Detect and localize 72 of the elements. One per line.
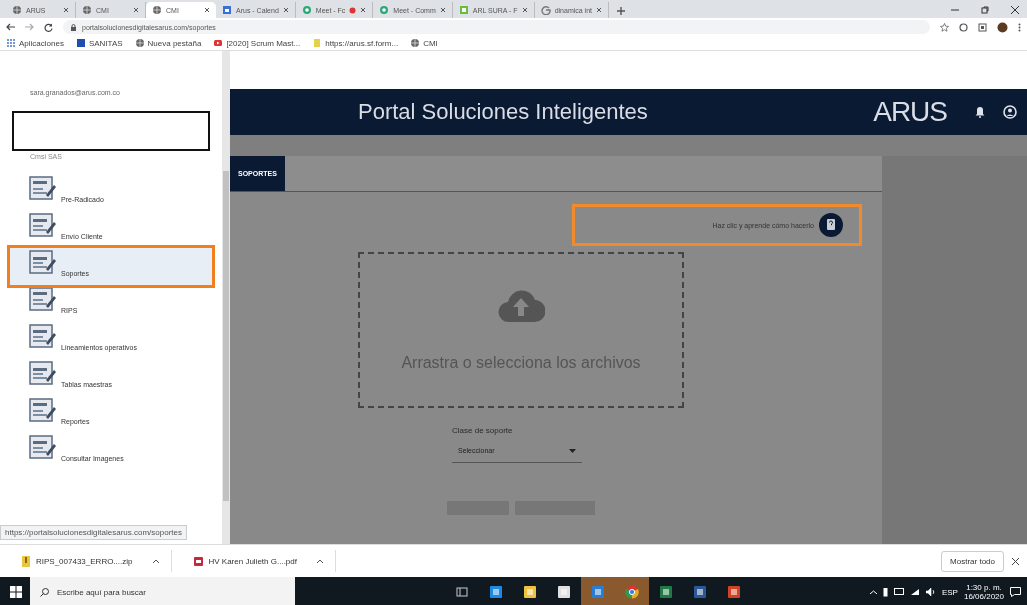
globe-icon — [152, 5, 162, 15]
bookmark-link[interactable]: CMI — [423, 38, 438, 48]
globe-icon — [12, 5, 22, 15]
download-item[interactable]: HV Karen Julieth G....pdf — [171, 550, 336, 572]
portal-title: Portal Soluciones Inteligentes — [358, 99, 649, 125]
minimize-icon[interactable] — [951, 6, 959, 14]
document-icon — [28, 360, 58, 388]
globe-icon — [82, 5, 92, 15]
clock[interactable]: 1:30 p. m. 16/06/2020 — [963, 582, 1004, 602]
windows-icon[interactable] — [10, 586, 22, 598]
caret-icon — [569, 448, 576, 453]
wifi-icon[interactable] — [909, 588, 920, 596]
avatar-icon[interactable] — [997, 21, 1008, 33]
bookmark-link[interactable]: SANITAS — [88, 38, 123, 48]
close-icon[interactable] — [439, 7, 446, 13]
download-item[interactable]: RIPS_007433_ERRO....zip — [0, 550, 172, 572]
document-icon — [28, 175, 58, 203]
calendar-icon — [222, 5, 232, 15]
close-icon[interactable] — [521, 7, 528, 13]
user-icon[interactable] — [1003, 105, 1017, 119]
close-icon[interactable] — [63, 7, 69, 13]
bookmark-link[interactable]: https://arus.sf.form... — [325, 38, 399, 48]
document-icon — [28, 323, 58, 351]
chevron-up-icon[interactable] — [869, 590, 877, 594]
show-all-button[interactable]: Mostrar todo — [941, 550, 1004, 572]
close-icon[interactable] — [1012, 557, 1019, 565]
document-icon — [28, 397, 58, 425]
document-icon — [28, 434, 58, 462]
chrome-icon[interactable] — [625, 585, 639, 599]
star-icon[interactable] — [940, 22, 949, 32]
sheet-icon — [458, 5, 469, 15]
document-icon — [28, 212, 58, 240]
back-arrow-icon[interactable] — [6, 23, 15, 31]
zip-file-icon — [22, 555, 30, 567]
status-url: https://portalsolucionesdigitalesarus.com/soportes — [0, 525, 187, 540]
bookmark-link[interactable]: Nueva pestaña — [147, 38, 202, 48]
document-icon — [28, 286, 58, 314]
caret-icon — [317, 559, 323, 563]
lock-icon — [71, 23, 76, 31]
scrollbar[interactable] — [222, 51, 230, 544]
menu-icon[interactable] — [1018, 22, 1021, 32]
field-label: Clase de soporte — [452, 426, 514, 435]
apps-grid-icon — [6, 38, 16, 48]
reload-icon[interactable] — [44, 22, 53, 32]
close-icon[interactable] — [133, 7, 139, 13]
task-view-icon[interactable] — [456, 586, 468, 598]
cloud-upload-icon — [497, 288, 545, 324]
help-icon — [819, 213, 843, 237]
bookmark-link[interactable]: [2020] Scrum Mast... — [226, 38, 301, 48]
taskbar-search-field[interactable]: Escribe aquí para buscar — [30, 577, 295, 605]
search-icon — [40, 587, 49, 597]
close-icon[interactable] — [596, 7, 602, 13]
pdf-file-icon — [193, 556, 203, 566]
close-icon[interactable] — [1011, 6, 1019, 14]
language-indicator[interactable]: ESP — [941, 587, 958, 597]
caret-icon — [152, 559, 159, 563]
network-icon[interactable] — [893, 588, 904, 596]
logo: ARUS — [873, 96, 947, 128]
bookmark-link[interactable]: Aplicaciones — [19, 38, 64, 48]
battery-icon[interactable] — [882, 587, 888, 597]
close-icon[interactable] — [282, 7, 289, 13]
notification-icon[interactable] — [1010, 587, 1021, 597]
close-icon[interactable] — [204, 7, 210, 13]
camera-icon — [301, 5, 312, 15]
bell-icon[interactable] — [975, 106, 985, 118]
plus-icon[interactable] — [617, 7, 625, 15]
google-icon — [540, 5, 551, 15]
document-icon — [28, 249, 58, 277]
close-icon[interactable] — [360, 7, 367, 13]
restore-icon[interactable] — [981, 6, 989, 14]
camera-icon — [379, 5, 390, 15]
speaker-icon[interactable] — [925, 588, 936, 596]
